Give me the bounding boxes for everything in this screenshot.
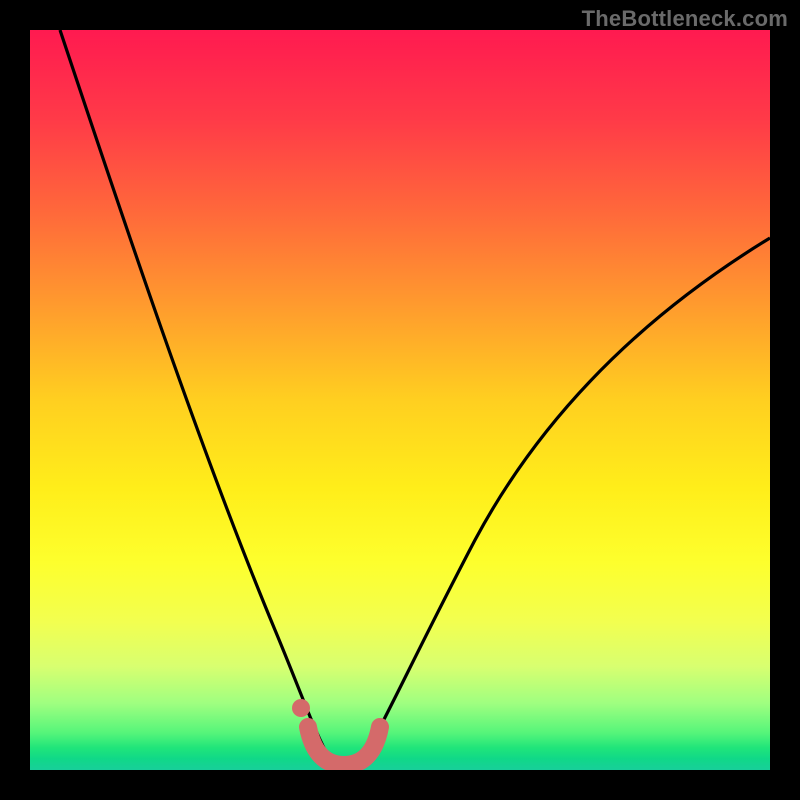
watermark-text: TheBottleneck.com bbox=[582, 6, 788, 32]
trough-marker-dot bbox=[292, 699, 310, 717]
curve-path bbox=[60, 30, 770, 768]
bottleneck-curve bbox=[30, 30, 770, 770]
plot-area bbox=[30, 30, 770, 770]
trough-marker bbox=[308, 727, 380, 765]
